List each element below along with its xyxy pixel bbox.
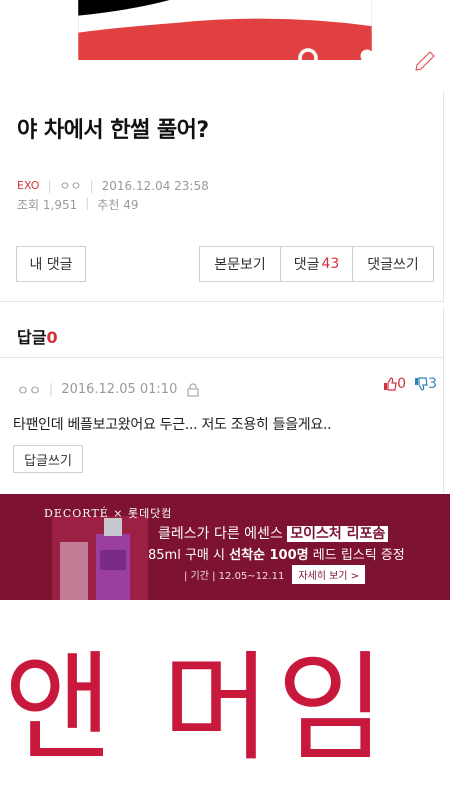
reply-votes: 0 3 <box>383 376 437 392</box>
header-background <box>78 0 372 60</box>
product-bottle-image <box>52 516 148 600</box>
ad-brand: DECORTÉ × 롯데닷컴 <box>44 507 173 520</box>
ad-more-button[interactable]: 자세히 보기 > <box>292 565 366 584</box>
board-name[interactable]: EXO <box>17 179 39 192</box>
search-icon[interactable] <box>296 46 326 76</box>
thumbs-up-icon <box>384 377 397 391</box>
caption-text: 앤 머임 <box>4 639 392 777</box>
article-title: 야 차에서 한썰 풀어? <box>17 118 209 143</box>
article-stats: 조회 1,951 | 추천 49 <box>17 196 138 213</box>
write-reply-button[interactable]: 답글쓰기 <box>13 445 83 473</box>
author-name: ㅇㅇ <box>59 179 82 193</box>
user-icon[interactable] <box>352 46 382 76</box>
lock-icon <box>187 382 199 397</box>
view-body-button[interactable]: 본문보기 <box>199 246 281 282</box>
ad-period-row: | 기간 | 12.05~12.11 자세히 보기 > <box>184 565 366 584</box>
separator: | <box>47 178 52 193</box>
write-comment-button[interactable]: 댓글쓰기 <box>352 246 434 282</box>
ad-period: | 기간 | 12.05~12.11 <box>184 571 285 582</box>
reply-text: 타팬인데 베플보고왔어요 두근... 저도 조용히 들을게요.. <box>13 417 332 433</box>
ad-banner[interactable]: DECORTÉ × 롯데닷컴 클레스가 다른 에센스 모이스처 리포솜 85ml… <box>0 494 450 600</box>
replies-label: 답글 <box>17 328 47 347</box>
comments-label: 댓글 <box>293 257 320 273</box>
app-header: -런 <box>0 0 450 90</box>
replies-title: 답글0 <box>17 324 58 348</box>
post-date: 2016.12.04 23:58 <box>101 178 209 193</box>
replies-count: 0 <box>46 328 58 347</box>
reply-item: ㅇㅇ | 2016.12.05 01:10 0 3 타팬인데 베플보고왔어요 두… <box>0 358 444 492</box>
separator: | <box>85 196 90 210</box>
ad-offer-bold: 선착순 100명 <box>229 548 309 563</box>
article-card: 야 차에서 한썰 풀어? EXO | ㅇㅇ | 2016.12.04 23:58… <box>0 92 444 302</box>
ad-offer: 85ml 구매 시 선착순 100명 레드 립스틱 증정 <box>148 544 405 563</box>
separator: | <box>89 178 94 193</box>
site-logo[interactable]: -런 <box>4 46 42 90</box>
like-button[interactable]: 0 <box>383 376 406 392</box>
dislike-count: 3 <box>428 376 437 392</box>
write-icon[interactable] <box>406 46 436 76</box>
reply-meta: ㅇㅇ | 2016.12.05 01:10 <box>17 380 199 399</box>
reply-date: 2016.12.05 01:10 <box>61 382 178 397</box>
view-count: 조회 1,951 <box>17 198 78 212</box>
comments-button[interactable]: 댓글 43 <box>280 246 353 282</box>
ad-offer-pre: 85ml 구매 시 <box>148 548 225 563</box>
like-count: 0 <box>397 376 407 392</box>
separator: | <box>48 382 54 397</box>
ad-headline-text: 클레스가 다른 에센스 <box>158 526 283 542</box>
replies-header: 답글0 <box>0 308 444 358</box>
caption-area: 앤 머임 <box>0 600 450 800</box>
thumbs-down-icon <box>415 377 428 391</box>
reply-author: ㅇㅇ <box>17 384 41 399</box>
my-comments-button[interactable]: 내 댓글 <box>16 246 86 282</box>
ad-headline: 클레스가 다른 에센스 모이스처 리포솜 <box>158 523 389 543</box>
dislike-button[interactable]: 3 <box>414 376 437 392</box>
recommend-count: 추천 49 <box>97 198 139 212</box>
ad-offer-post: 레드 립스틱 증정 <box>312 548 405 563</box>
ad-product-name: 모이스처 리포솜 <box>287 526 389 542</box>
comments-count: 43 <box>321 256 340 272</box>
article-meta: EXO | ㅇㅇ | 2016.12.04 23:58 <box>17 177 209 194</box>
